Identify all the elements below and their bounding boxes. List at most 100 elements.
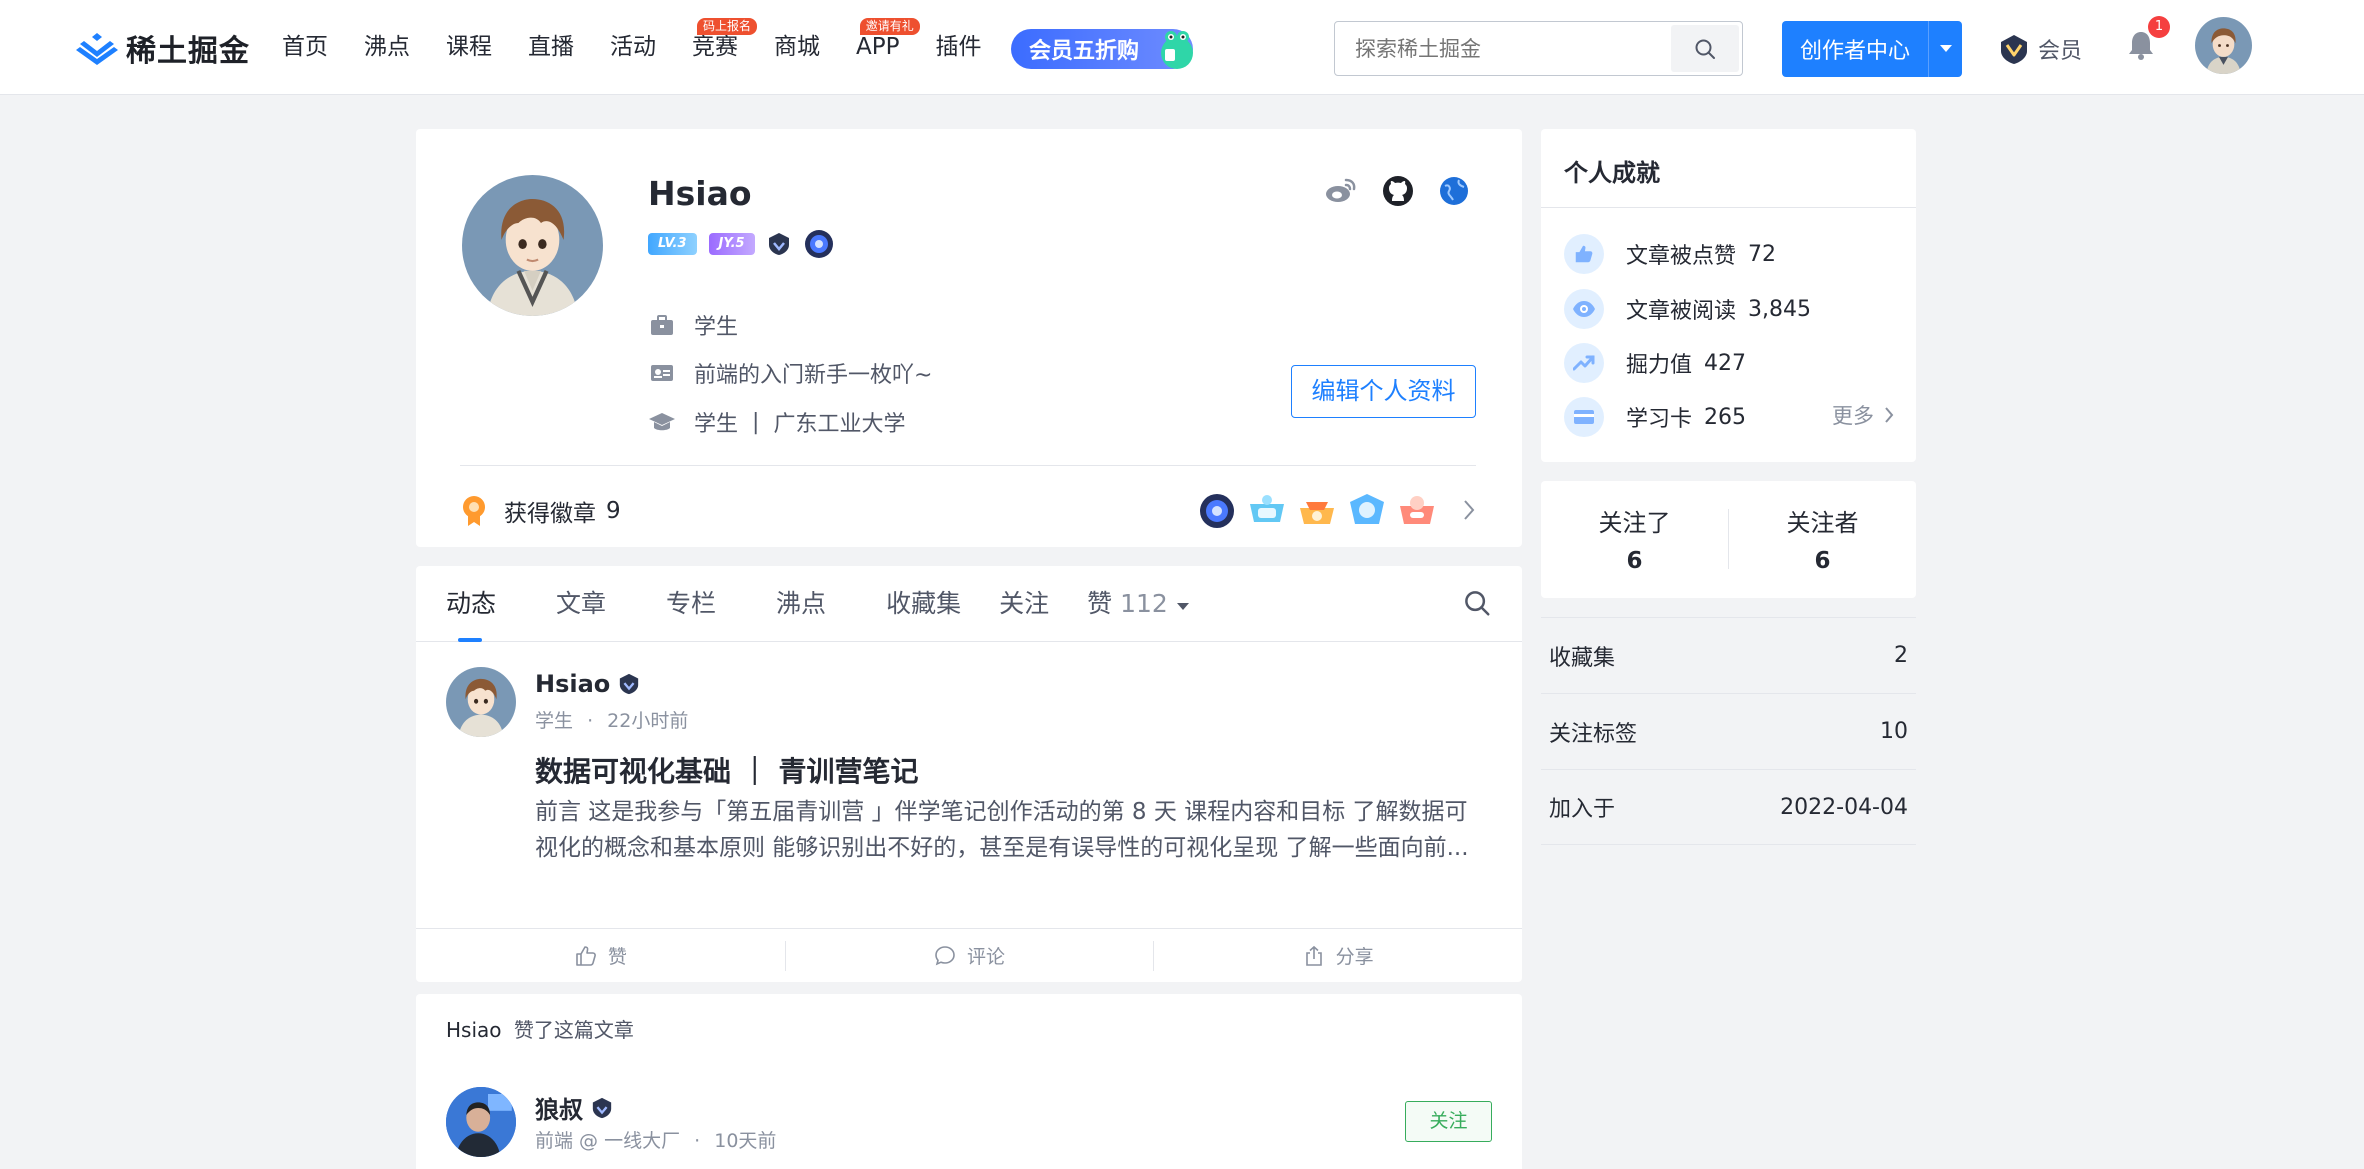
- tab-articles[interactable]: 文章: [556, 566, 606, 642]
- medal-icon[interactable]: [1396, 492, 1438, 530]
- achievement-label: 掘力值: [1626, 353, 1693, 378]
- verified-shield-icon[interactable]: [767, 232, 791, 256]
- vip-promo-button[interactable]: 会员五折购: [1011, 29, 1193, 69]
- medal-icon[interactable]: [1296, 492, 1338, 530]
- graduation-cap-icon: [648, 408, 676, 436]
- creator-center-button[interactable]: 创作者中心: [1782, 21, 1962, 77]
- eye-icon: [1564, 289, 1604, 329]
- nav-events[interactable]: 活动: [610, 0, 656, 95]
- search-input[interactable]: [1335, 22, 1671, 75]
- liked-author-avatar[interactable]: [446, 1087, 516, 1157]
- nav-courses[interactable]: 课程: [446, 0, 492, 95]
- tab-label: 沸点: [776, 588, 827, 618]
- nav-tag-badge: 邀请有礼: [859, 18, 920, 35]
- medal-badge-icon[interactable]: [803, 228, 835, 260]
- badges-count: 9: [606, 498, 621, 524]
- nav-label: 首页: [282, 34, 328, 60]
- nav-label: 竞赛: [692, 34, 738, 60]
- share-icon: [1305, 945, 1322, 966]
- briefcase-icon: [648, 311, 676, 339]
- share-button[interactable]: 分享: [1153, 929, 1522, 982]
- occupation-text: 学生: [694, 315, 739, 340]
- followers-stat[interactable]: 关注者 6: [1729, 503, 1916, 574]
- verified-shield-icon: [620, 673, 639, 695]
- member-shield-icon: [2001, 35, 2027, 64]
- jy-level-badge[interactable]: JY.5: [708, 233, 755, 255]
- creator-dropdown-toggle[interactable]: [1928, 21, 1962, 77]
- liked-article-card: Hsiao 赞了这篇文章 狼叔 前端 @ 一线大厂 · 10天前 关注: [416, 994, 1522, 1169]
- followers-label: 关注者: [1786, 509, 1859, 537]
- vip-promo-label: 会员五折购: [1029, 39, 1140, 64]
- follow-button[interactable]: 关注: [1405, 1101, 1492, 1142]
- weibo-icon[interactable]: [1324, 174, 1358, 208]
- tab-label: 专栏: [666, 588, 717, 618]
- school-role-text: 学生: [694, 412, 739, 437]
- github-icon[interactable]: [1381, 174, 1415, 208]
- chevron-right-icon: [1885, 407, 1894, 423]
- post-author[interactable]: Hsiao: [535, 670, 640, 698]
- nav-app[interactable]: APP 邀请有礼: [856, 0, 920, 95]
- tab-following[interactable]: 关注: [999, 566, 1049, 642]
- comment-button[interactable]: 评论: [784, 929, 1154, 982]
- stat-collections[interactable]: 收藏集 2: [1541, 617, 1916, 693]
- user-avatar[interactable]: [2195, 17, 2252, 74]
- post-meta: 学生 · 22小时前: [535, 706, 688, 733]
- tab-columns[interactable]: 专栏: [666, 566, 716, 642]
- achievement-value: 72: [1748, 241, 1777, 267]
- post-actions: 赞 评论 分享: [416, 928, 1522, 982]
- medal-icon[interactable]: [1196, 492, 1238, 530]
- badges-summary-row[interactable]: 获得徽章 9: [460, 486, 1476, 536]
- medal-icon[interactable]: [1246, 492, 1288, 530]
- tab-collections[interactable]: 收藏集: [886, 566, 961, 642]
- thumbs-up-icon: [1564, 234, 1604, 274]
- juejin-logo[interactable]: 稀土掘金: [76, 28, 250, 69]
- search-button[interactable]: [1671, 25, 1739, 72]
- post-author-avatar[interactable]: [446, 667, 516, 737]
- post-author-name: Hsiao: [535, 670, 611, 698]
- profile-avatar[interactable]: [462, 175, 603, 316]
- tab-label: 赞: [1087, 588, 1113, 618]
- search-icon[interactable]: [1462, 588, 1492, 618]
- medal-list: [1196, 492, 1438, 530]
- following-stat[interactable]: 关注了 6: [1541, 503, 1728, 574]
- nav-plugins[interactable]: 插件: [935, 0, 981, 95]
- following-label: 关注了: [1598, 509, 1671, 537]
- like-button[interactable]: 赞: [416, 929, 785, 982]
- nav-contest[interactable]: 竞赛 码上报名: [692, 0, 758, 95]
- achievement-value: 3,845: [1748, 296, 1811, 322]
- avatar-image: [2195, 17, 2252, 74]
- member-link[interactable]: 会员: [1998, 29, 2082, 69]
- creator-center-label: 创作者中心: [1799, 39, 1910, 64]
- nav-label: 课程: [446, 34, 492, 60]
- edit-profile-button[interactable]: 编辑个人资料: [1291, 365, 1476, 418]
- chevron-right-icon[interactable]: [1462, 498, 1476, 522]
- avatar-image: [446, 1087, 516, 1157]
- school-separator: |: [752, 409, 760, 435]
- nav-home[interactable]: 首页: [282, 0, 328, 95]
- stat-value: 10: [1880, 719, 1908, 744]
- stat-label: 加入于: [1549, 797, 1616, 822]
- liked-author[interactable]: 狼叔: [535, 1090, 613, 1125]
- nav-live[interactable]: 直播: [528, 0, 574, 95]
- website-globe-icon[interactable]: [1437, 174, 1471, 208]
- stat-followed-tags[interactable]: 关注标签 10: [1541, 693, 1916, 769]
- activity-feed-card: 动态 文章 专栏 沸点 收藏集 关注 赞 112 Hsiao 学生 · 22小时…: [416, 566, 1522, 982]
- liked-post-time: 10天前: [714, 1130, 777, 1152]
- nav-pins[interactable]: 沸点: [364, 0, 410, 95]
- post-excerpt[interactable]: 前言 这是我参与「第五届青训营 」伴学笔记创作活动的第 8 天 课程内容和目标 …: [535, 794, 1485, 866]
- tab-likes[interactable]: 赞 112: [1087, 566, 1190, 642]
- liked-by-user[interactable]: Hsiao: [446, 1018, 502, 1042]
- logo-text: 稀土掘金: [126, 34, 250, 69]
- card-icon: [1564, 397, 1604, 437]
- nav-label: 插件: [935, 34, 982, 60]
- medal-icon[interactable]: [1346, 492, 1388, 530]
- tab-activity[interactable]: 动态: [446, 566, 496, 642]
- caret-down-icon: [1176, 602, 1189, 610]
- achievements-more-link[interactable]: 更多: [1832, 400, 1894, 430]
- tab-pins[interactable]: 沸点: [776, 566, 826, 642]
- more-label: 更多: [1832, 404, 1874, 428]
- post-title[interactable]: 数据可视化基础 ｜ 青训营笔记: [535, 750, 919, 790]
- level-badge[interactable]: LV.3: [648, 233, 697, 255]
- bio-text: 前端的入门新手一枚吖~: [694, 363, 933, 388]
- nav-store[interactable]: 商城: [774, 0, 820, 95]
